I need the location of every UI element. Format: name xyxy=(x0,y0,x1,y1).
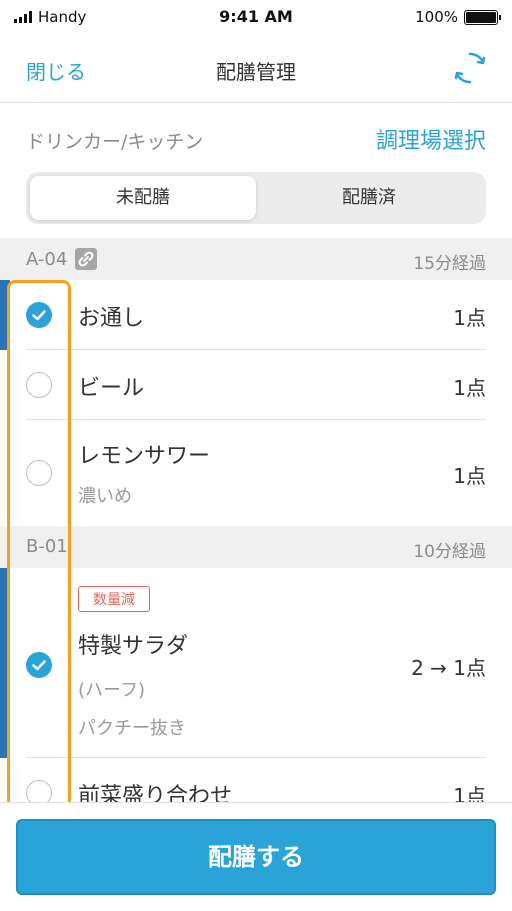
station-label: ドリンカー/キッチン xyxy=(26,131,204,153)
item-name: レモンサワー xyxy=(78,444,211,469)
checkbox-unchecked[interactable] xyxy=(26,460,52,486)
item-name: お通し xyxy=(78,306,145,331)
selected-indicator xyxy=(0,280,10,350)
station-row: ドリンカー/キッチン 調理場選択 xyxy=(0,103,512,171)
order-list: A-04 15分経過 お通し 1点 ビール 1点 レモンサワー 濃いめ 1点 B… xyxy=(0,238,512,802)
group-table: B-01 xyxy=(26,536,68,557)
item-quantity: 1点 xyxy=(453,784,486,802)
list-item[interactable]: レモンサワー 濃いめ 1点 xyxy=(0,420,512,526)
list-item[interactable]: お通し 1点 xyxy=(0,280,512,350)
item-name: 前菜盛り合わせ xyxy=(78,784,233,802)
list-item[interactable]: 前菜盛り合わせ 1点 xyxy=(0,758,512,802)
group-header-b01: B-01 10分経過 xyxy=(0,526,512,568)
elapsed-time: 10分経過 xyxy=(413,542,486,562)
item-quantity: 2 → 1点 xyxy=(411,656,486,680)
group-table: A-04 xyxy=(26,248,98,270)
list-item[interactable]: 数量減 特製サラダ (ハーフ) パクチー抜き 2 → 1点 xyxy=(0,568,512,758)
item-option: (ハーフ) xyxy=(78,680,145,701)
item-note: 濃いめ xyxy=(78,486,132,507)
quantity-reduced-badge: 数量減 xyxy=(78,586,150,612)
status-bar: Handy 9:41 AM 100% xyxy=(0,0,512,34)
footer: 配膳する xyxy=(0,802,512,911)
item-name: ビール xyxy=(78,376,145,401)
refresh-icon[interactable] xyxy=(450,48,490,88)
checkbox-checked[interactable] xyxy=(26,302,52,328)
serve-status-tabs: 未配膳 配膳済 xyxy=(26,172,486,224)
item-quantity: 1点 xyxy=(453,464,486,488)
checkbox-unchecked[interactable] xyxy=(26,372,52,398)
item-name: 特製サラダ xyxy=(78,634,189,659)
list-item[interactable]: ビール 1点 xyxy=(0,350,512,420)
elapsed-time: 15分経過 xyxy=(413,254,486,274)
battery-icon xyxy=(464,9,501,25)
item-quantity: 1点 xyxy=(453,306,486,330)
checkbox-checked[interactable] xyxy=(26,652,52,678)
checkbox-unchecked[interactable] xyxy=(26,780,52,802)
tab-unserved[interactable]: 未配膳 xyxy=(30,176,256,220)
battery-percent: 100% xyxy=(415,8,458,26)
nav-bar: 閉じる 配膳管理 xyxy=(0,34,512,103)
status-right: 100% xyxy=(415,8,501,26)
tab-served[interactable]: 配膳済 xyxy=(256,176,482,220)
selected-indicator xyxy=(0,568,10,758)
item-note: パクチー抜き xyxy=(78,718,186,739)
group-header-a04: A-04 15分経過 xyxy=(0,238,512,280)
table-number: A-04 xyxy=(26,248,68,270)
item-quantity: 1点 xyxy=(453,376,486,400)
serve-button[interactable]: 配膳する xyxy=(16,819,496,895)
link-icon[interactable] xyxy=(75,248,98,270)
select-kitchen-link[interactable]: 調理場選択 xyxy=(376,123,486,155)
close-button[interactable]: 閉じる xyxy=(26,56,86,85)
table-number: B-01 xyxy=(26,536,68,557)
